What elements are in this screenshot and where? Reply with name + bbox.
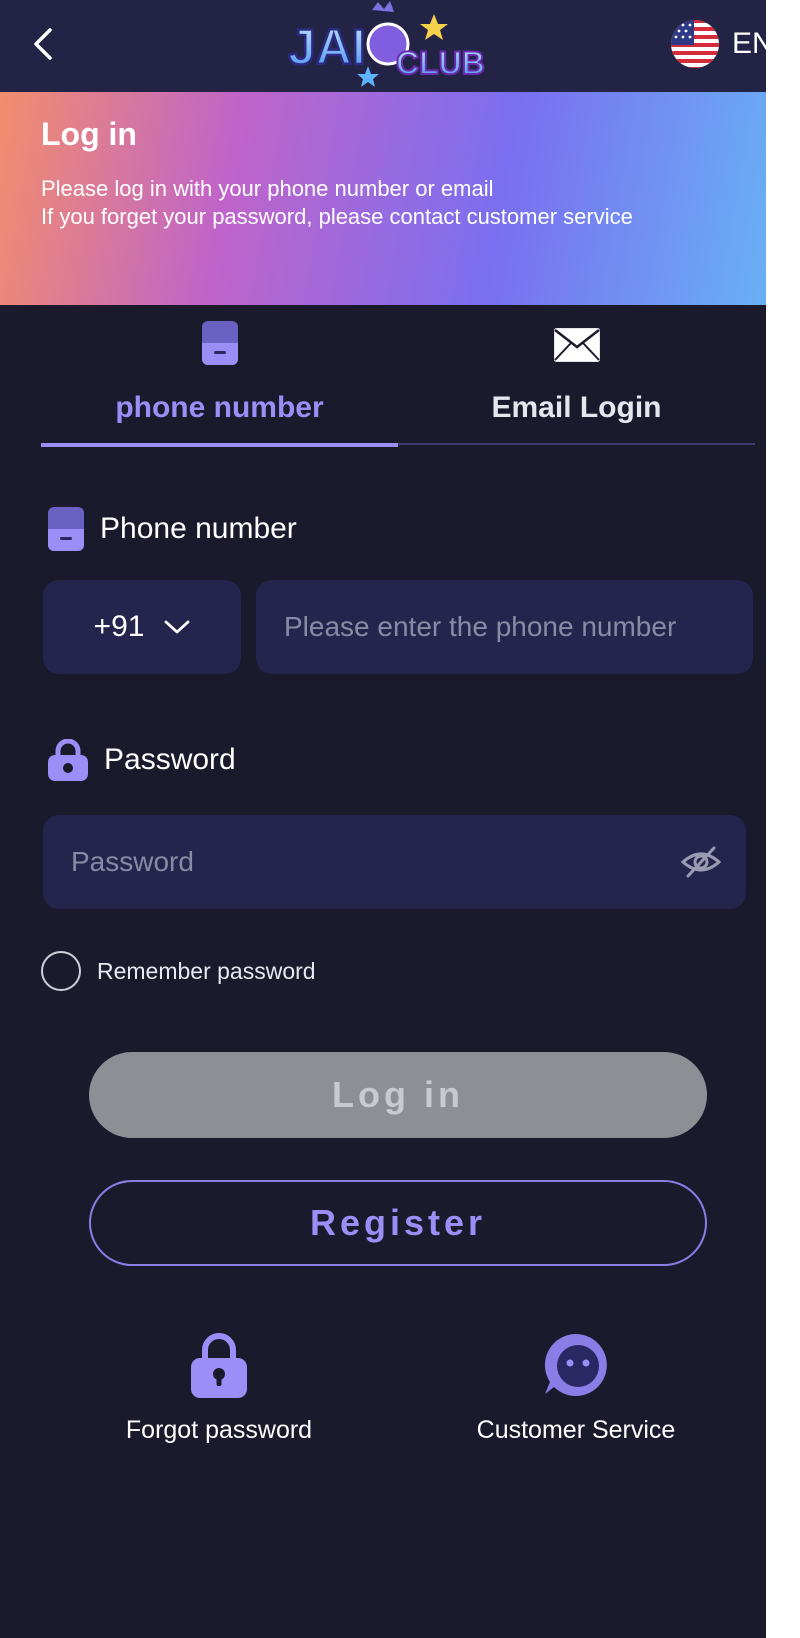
password-input[interactable] [43, 815, 746, 909]
lock-keyhole-icon [191, 1333, 247, 1398]
remember-label: Remember password [97, 957, 316, 984]
top-bar: JAI CLUB EN [0, 0, 774, 92]
login-button[interactable]: Log in [89, 1052, 707, 1138]
envelope-icon [553, 328, 600, 362]
tab-email-login[interactable]: Email Login [398, 305, 755, 445]
page-title: Log in [41, 116, 137, 152]
tab-phone-number[interactable]: phone number [41, 305, 398, 447]
back-button[interactable] [26, 22, 62, 66]
toggle-password-visibility[interactable] [680, 842, 722, 882]
country-code-select[interactable]: +91 [43, 580, 241, 674]
phone-label-text: Phone number [100, 512, 297, 545]
phone-field-label: Phone number [48, 507, 297, 551]
phone-icon [48, 507, 84, 551]
password-label-text: Password [104, 743, 236, 776]
us-flag-icon [671, 20, 719, 68]
customer-service-label: Customer Service [476, 1416, 676, 1444]
banner-line-2: If you forget your password, please cont… [41, 204, 633, 229]
svg-text:CLUB: CLUB [396, 45, 485, 81]
phone-number-input[interactable] [256, 580, 753, 674]
forgot-password-label: Forgot password [125, 1416, 313, 1444]
lock-icon [48, 739, 88, 781]
page-edge [766, 0, 800, 1638]
chat-bubble-icon [544, 1333, 607, 1396]
language-code: EN [732, 27, 774, 60]
phone-icon [201, 321, 238, 365]
customer-service-link[interactable]: Customer Service [436, 1332, 716, 1445]
forgot-password-link[interactable]: Forgot password [79, 1332, 359, 1445]
login-method-tabs: phone number Email Login [41, 305, 755, 447]
language-selector[interactable]: EN [670, 18, 774, 70]
tab-phone-label: phone number [115, 391, 324, 424]
eye-off-icon [680, 846, 722, 878]
password-field-label: Password [48, 739, 236, 781]
login-banner: Log in Please log in with your phone num… [0, 92, 766, 305]
chevron-left-icon [34, 28, 52, 60]
country-code-value: +91 [93, 610, 145, 643]
chevron-down-icon [165, 620, 190, 634]
brand-logo: JAI CLUB [287, 1, 486, 87]
register-button[interactable]: Register [89, 1180, 707, 1266]
tab-email-label: Email Login [491, 391, 662, 424]
login-page: JAI CLUB EN Log in Please log in with yo… [0, 0, 800, 1638]
svg-text:JAI: JAI [288, 19, 366, 75]
banner-line-1: Please log in with your phone number or … [41, 176, 494, 201]
remember-radio[interactable] [41, 951, 81, 991]
remember-password-checkbox[interactable]: Remember password [41, 951, 316, 991]
